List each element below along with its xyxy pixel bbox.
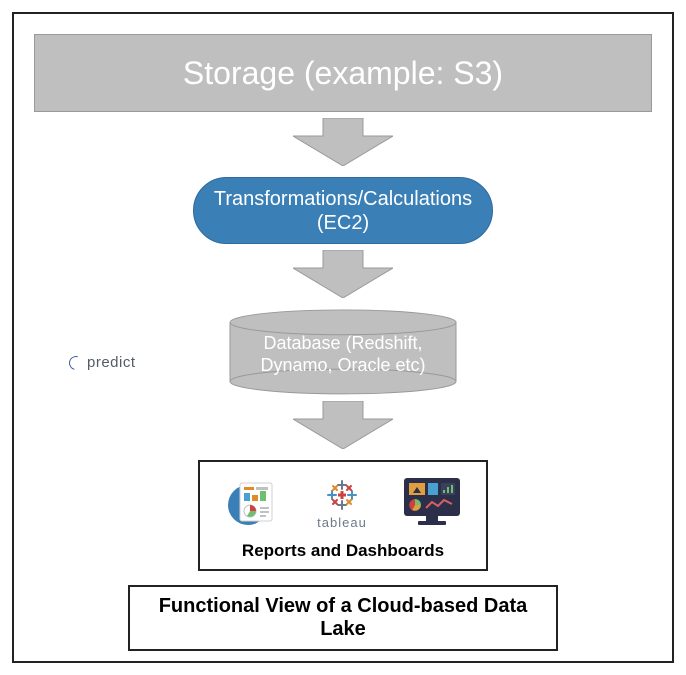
diagram-frame: Storage (example: S3) Transformations/Ca… xyxy=(12,12,674,663)
arrow-down-icon xyxy=(293,250,393,303)
transform-layer: Transformations/Calculations (EC2) xyxy=(193,177,493,244)
transform-label: Transformations/Calculations (EC2) xyxy=(214,187,472,235)
arrow-down-icon xyxy=(293,118,393,171)
arrow-down-icon xyxy=(293,401,393,454)
swirl-icon xyxy=(66,353,85,372)
storage-layer: Storage (example: S3) xyxy=(34,34,652,112)
watermark: predict xyxy=(69,354,136,371)
database-label: Database (Redshift, Dynamo, Oracle etc) xyxy=(250,333,435,376)
tableau-label: tableau xyxy=(317,515,367,530)
diagram-caption: Functional View of a Cloud-based Data La… xyxy=(128,585,558,651)
reports-label: Reports and Dashboards xyxy=(242,541,444,561)
reports-icon-row: tableau xyxy=(210,474,476,533)
database-layer: Database (Redshift, Dynamo, Oracle etc) xyxy=(228,309,458,395)
report-document-icon xyxy=(222,475,284,532)
dashboard-monitor-icon xyxy=(400,474,464,533)
watermark-text: predict xyxy=(87,354,136,371)
storage-label: Storage (example: S3) xyxy=(183,55,503,92)
tableau-logo-icon: tableau xyxy=(317,478,367,530)
reports-layer: tableau xyxy=(198,460,488,571)
